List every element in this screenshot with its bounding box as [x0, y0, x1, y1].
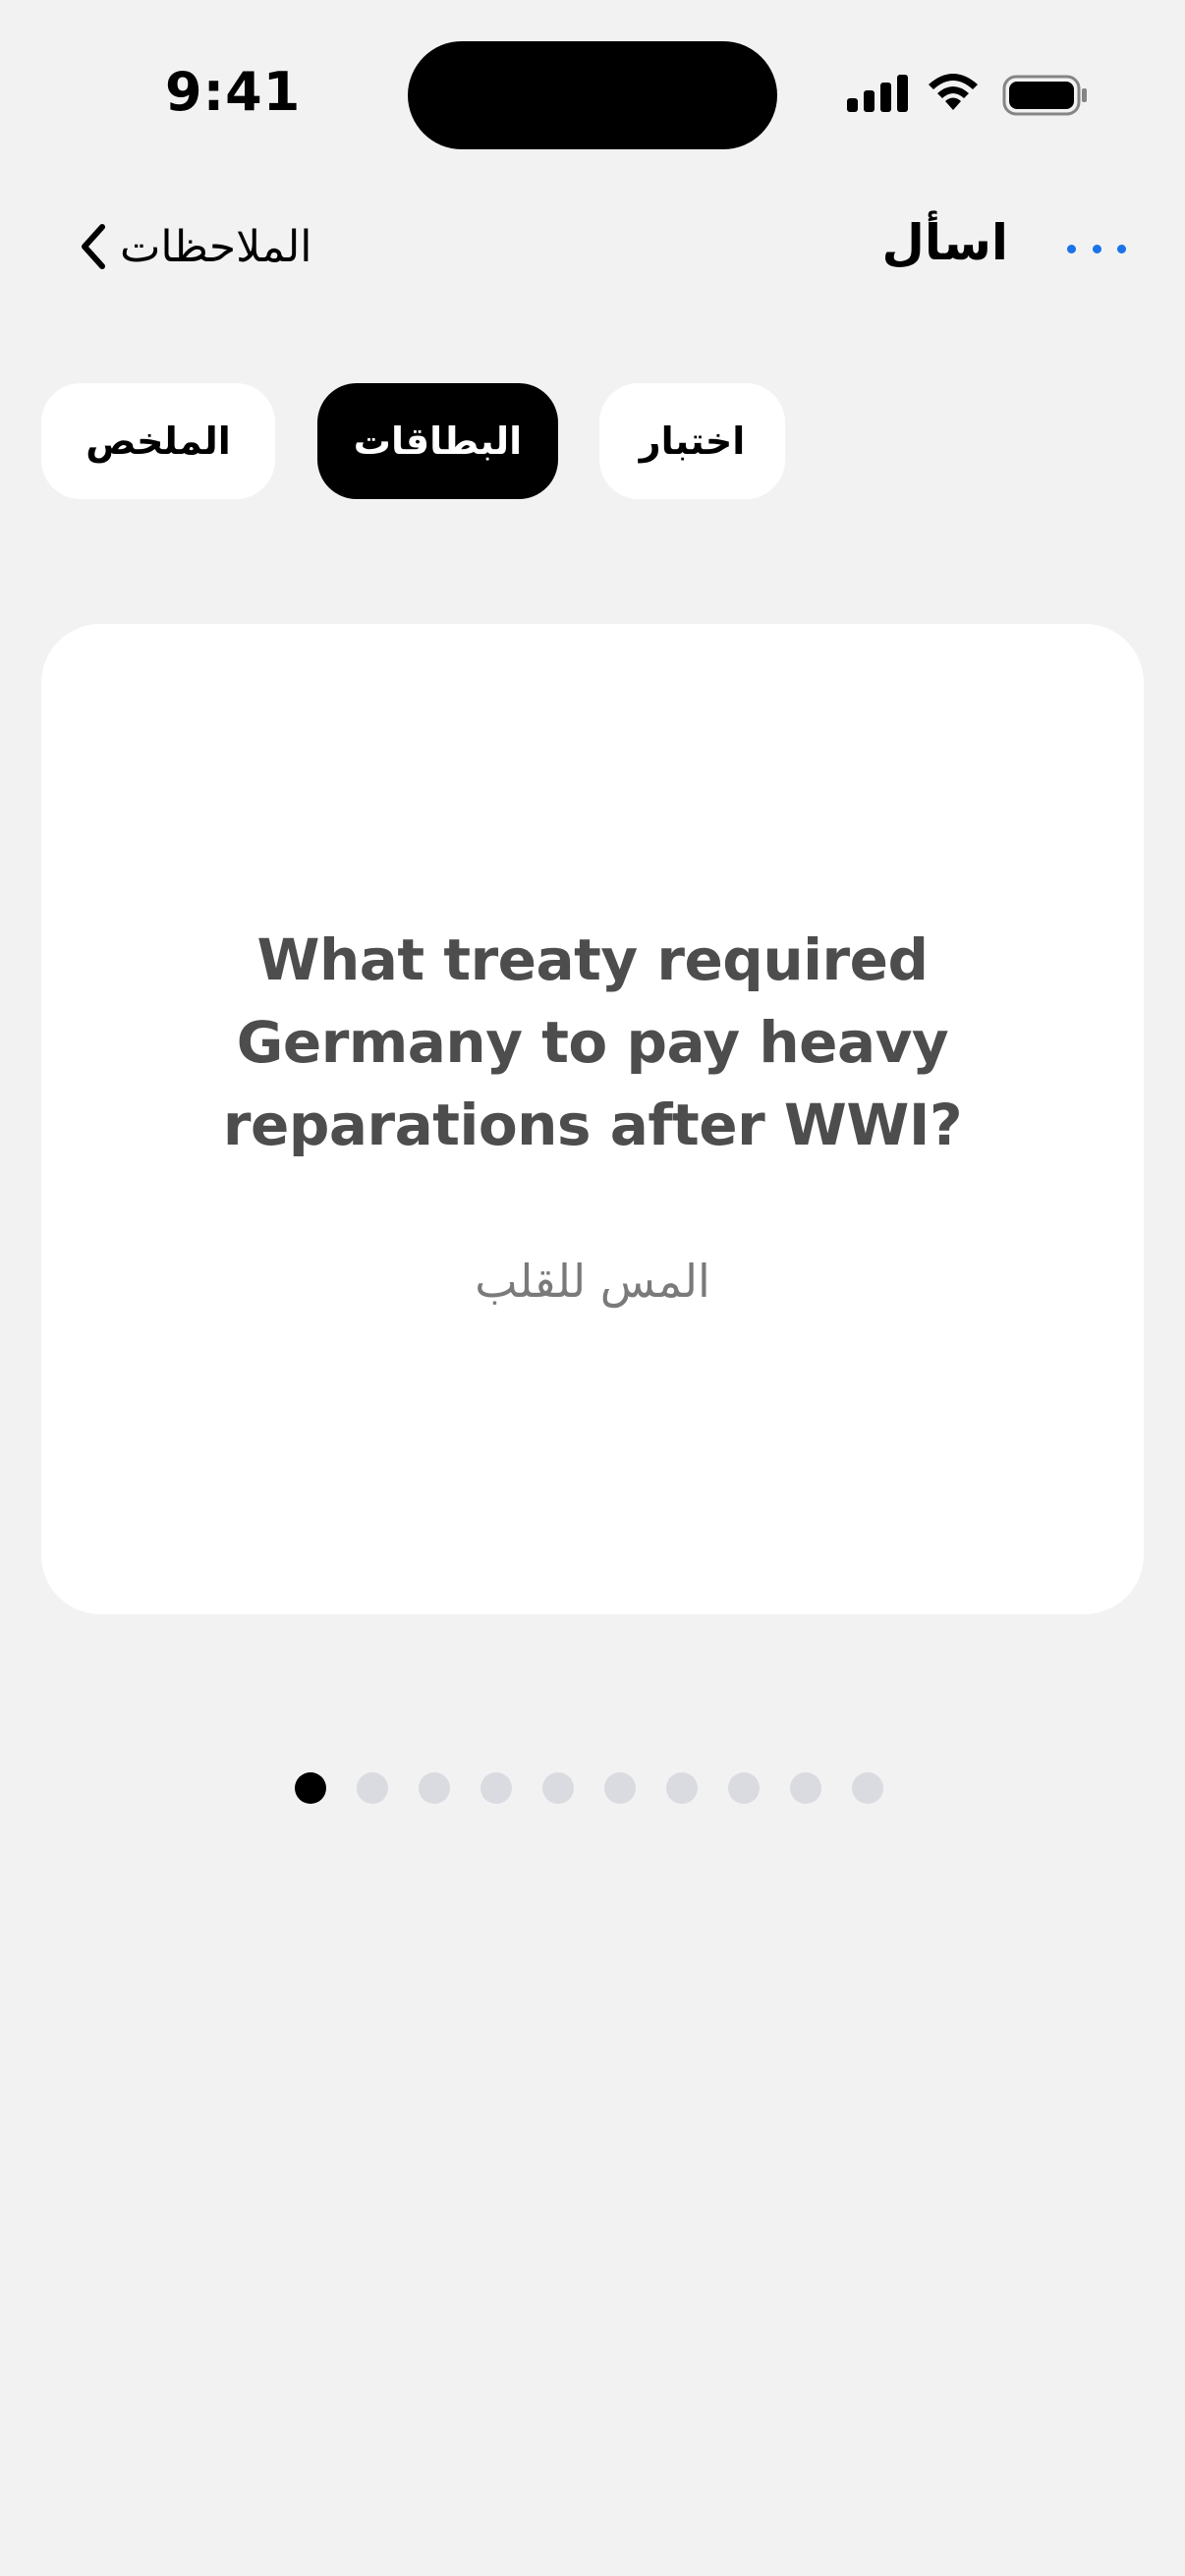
page-dot[interactable]	[295, 1772, 326, 1804]
tab-summary[interactable]: الملخص	[41, 383, 275, 499]
flashcard[interactable]: What treaty required Germany to pay heav…	[41, 624, 1144, 1614]
back-button[interactable]: الملاحظات	[77, 212, 311, 281]
tab-flashcards[interactable]: البطاقات	[317, 383, 558, 499]
page-indicator[interactable]	[295, 1768, 894, 1808]
battery-icon	[1002, 75, 1087, 116]
status-bar: 9:41	[0, 0, 1185, 187]
flip-hint: المس للقلب	[475, 1255, 710, 1308]
page-title: اسأل	[881, 214, 1008, 271]
page-dot[interactable]	[419, 1772, 450, 1804]
flashcard-question: What treaty required Germany to pay heav…	[222, 926, 963, 1158]
page-dot[interactable]	[666, 1772, 698, 1804]
page-dot[interactable]	[480, 1772, 512, 1804]
page-dot[interactable]	[790, 1772, 821, 1804]
page-dot[interactable]	[852, 1772, 883, 1804]
cellular-signal-icon	[847, 71, 910, 120]
page-dot[interactable]	[728, 1772, 760, 1804]
tab-quiz[interactable]: اختبار	[599, 383, 785, 499]
status-time: 9:41	[165, 61, 302, 123]
wifi-icon	[929, 74, 978, 110]
dynamic-island	[408, 41, 777, 149]
navigation-bar: الملاحظات اسأل	[0, 196, 1185, 305]
page-dot[interactable]	[604, 1772, 636, 1804]
page-dot[interactable]	[542, 1772, 574, 1804]
page-dot[interactable]	[357, 1772, 388, 1804]
chevron-left-icon	[82, 224, 105, 269]
back-label: الملاحظات	[120, 221, 312, 272]
more-options-icon[interactable]	[1067, 224, 1126, 273]
